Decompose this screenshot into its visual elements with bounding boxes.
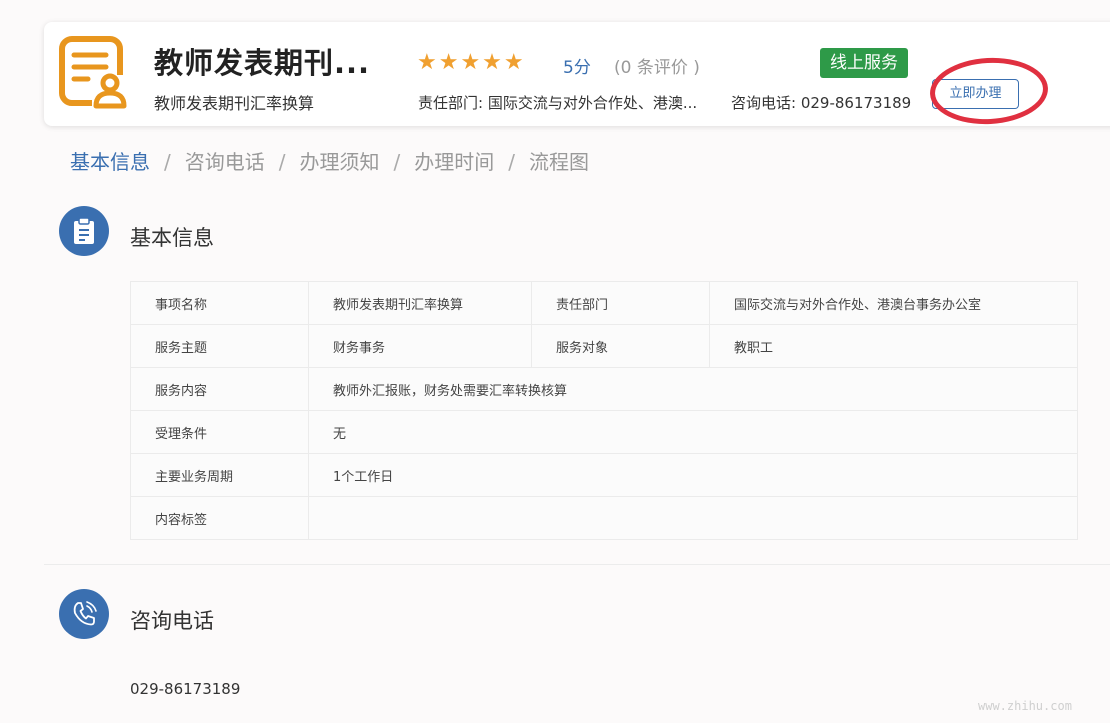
tab-flowchart[interactable]: 流程图 xyxy=(529,146,589,175)
item-name-value: 教师发表期刊汇率换算 xyxy=(308,281,532,325)
tags-value xyxy=(308,496,1078,540)
clipboard-icon xyxy=(59,206,109,256)
online-service-badge: 线上服务 xyxy=(820,48,908,78)
tab-hours[interactable]: 办理时间 xyxy=(414,146,494,175)
review-count[interactable]: (0 条评价 ) xyxy=(614,53,700,78)
table-row: 服务内容 教师外汇报账，财务处需要汇率转换核算 xyxy=(130,367,1078,411)
table-row: 内容标签 xyxy=(130,496,1078,540)
table-row: 服务主题 财务事务 服务对象 教职工 xyxy=(130,324,1078,368)
condition-label: 受理条件 xyxy=(130,410,309,454)
tab-guide[interactable]: 办理须知 xyxy=(300,146,380,175)
dept-label: 责任部门 xyxy=(531,281,710,325)
tags-label: 内容标签 xyxy=(130,496,309,540)
target-label: 服务对象 xyxy=(531,324,710,368)
service-title: 教师发表期刊... xyxy=(154,46,371,80)
phone-icon xyxy=(59,589,109,639)
document-user-icon xyxy=(59,36,132,109)
item-name-label: 事项名称 xyxy=(130,281,309,325)
dept-value: 国际交流与对外合作处、港澳台事务办公室 xyxy=(709,281,1078,325)
table-row: 事项名称 教师发表期刊汇率换算 责任部门 国际交流与对外合作处、港澳台事务办公室 xyxy=(130,281,1078,325)
basic-info-table: 事项名称 教师发表期刊汇率换算 责任部门 国际交流与对外合作处、港澳台事务办公室… xyxy=(130,281,1078,540)
content-value: 教师外汇报账，财务处需要汇率转换核算 xyxy=(308,367,1078,411)
topic-value: 财务事务 xyxy=(308,324,532,368)
period-value: 1个工作日 xyxy=(308,453,1078,497)
service-header-card: 教师发表期刊... 教师发表期刊汇率换算 ★★★★★ 5分 (0 条评价 ) 线… xyxy=(44,22,1110,126)
period-label: 主要业务周期 xyxy=(130,453,309,497)
tab-separator: / xyxy=(164,150,171,174)
tab-basic-info[interactable]: 基本信息 xyxy=(70,146,150,175)
topic-label: 服务主题 xyxy=(130,324,309,368)
tab-separator: / xyxy=(278,150,286,174)
rating-stars-icon: ★★★★★ xyxy=(417,50,526,75)
tab-separator: / xyxy=(393,150,401,174)
consult-phone-heading: 咨询电话 xyxy=(130,609,214,633)
watermark: www.zhihu.com xyxy=(978,699,1072,713)
responsible-department: 责任部门: 国际交流与对外合作处、港澳... xyxy=(418,94,698,112)
condition-value: 无 xyxy=(308,410,1078,454)
content-label: 服务内容 xyxy=(130,367,309,411)
tab-separator: / xyxy=(508,150,515,174)
service-subtitle: 教师发表期刊汇率换算 xyxy=(154,94,315,113)
table-row: 主要业务周期 1个工作日 xyxy=(130,453,1078,497)
apply-now-button[interactable]: 立即办理 xyxy=(932,79,1019,109)
basic-info-heading: 基本信息 xyxy=(130,226,214,250)
section-divider xyxy=(44,564,1110,565)
rating-score: 5分 xyxy=(563,58,591,78)
consult-phone-number: 029-86173189 xyxy=(130,680,241,698)
consult-phone: 咨询电话: 029-86173189 xyxy=(731,94,912,112)
table-row: 受理条件 无 xyxy=(130,410,1078,454)
target-value: 教职工 xyxy=(709,324,1078,368)
section-tabs: 基本信息 / 咨询电话 / 办理须知 / 办理时间 / 流程图 xyxy=(70,146,589,175)
tab-consult-phone[interactable]: 咨询电话 xyxy=(185,146,265,175)
